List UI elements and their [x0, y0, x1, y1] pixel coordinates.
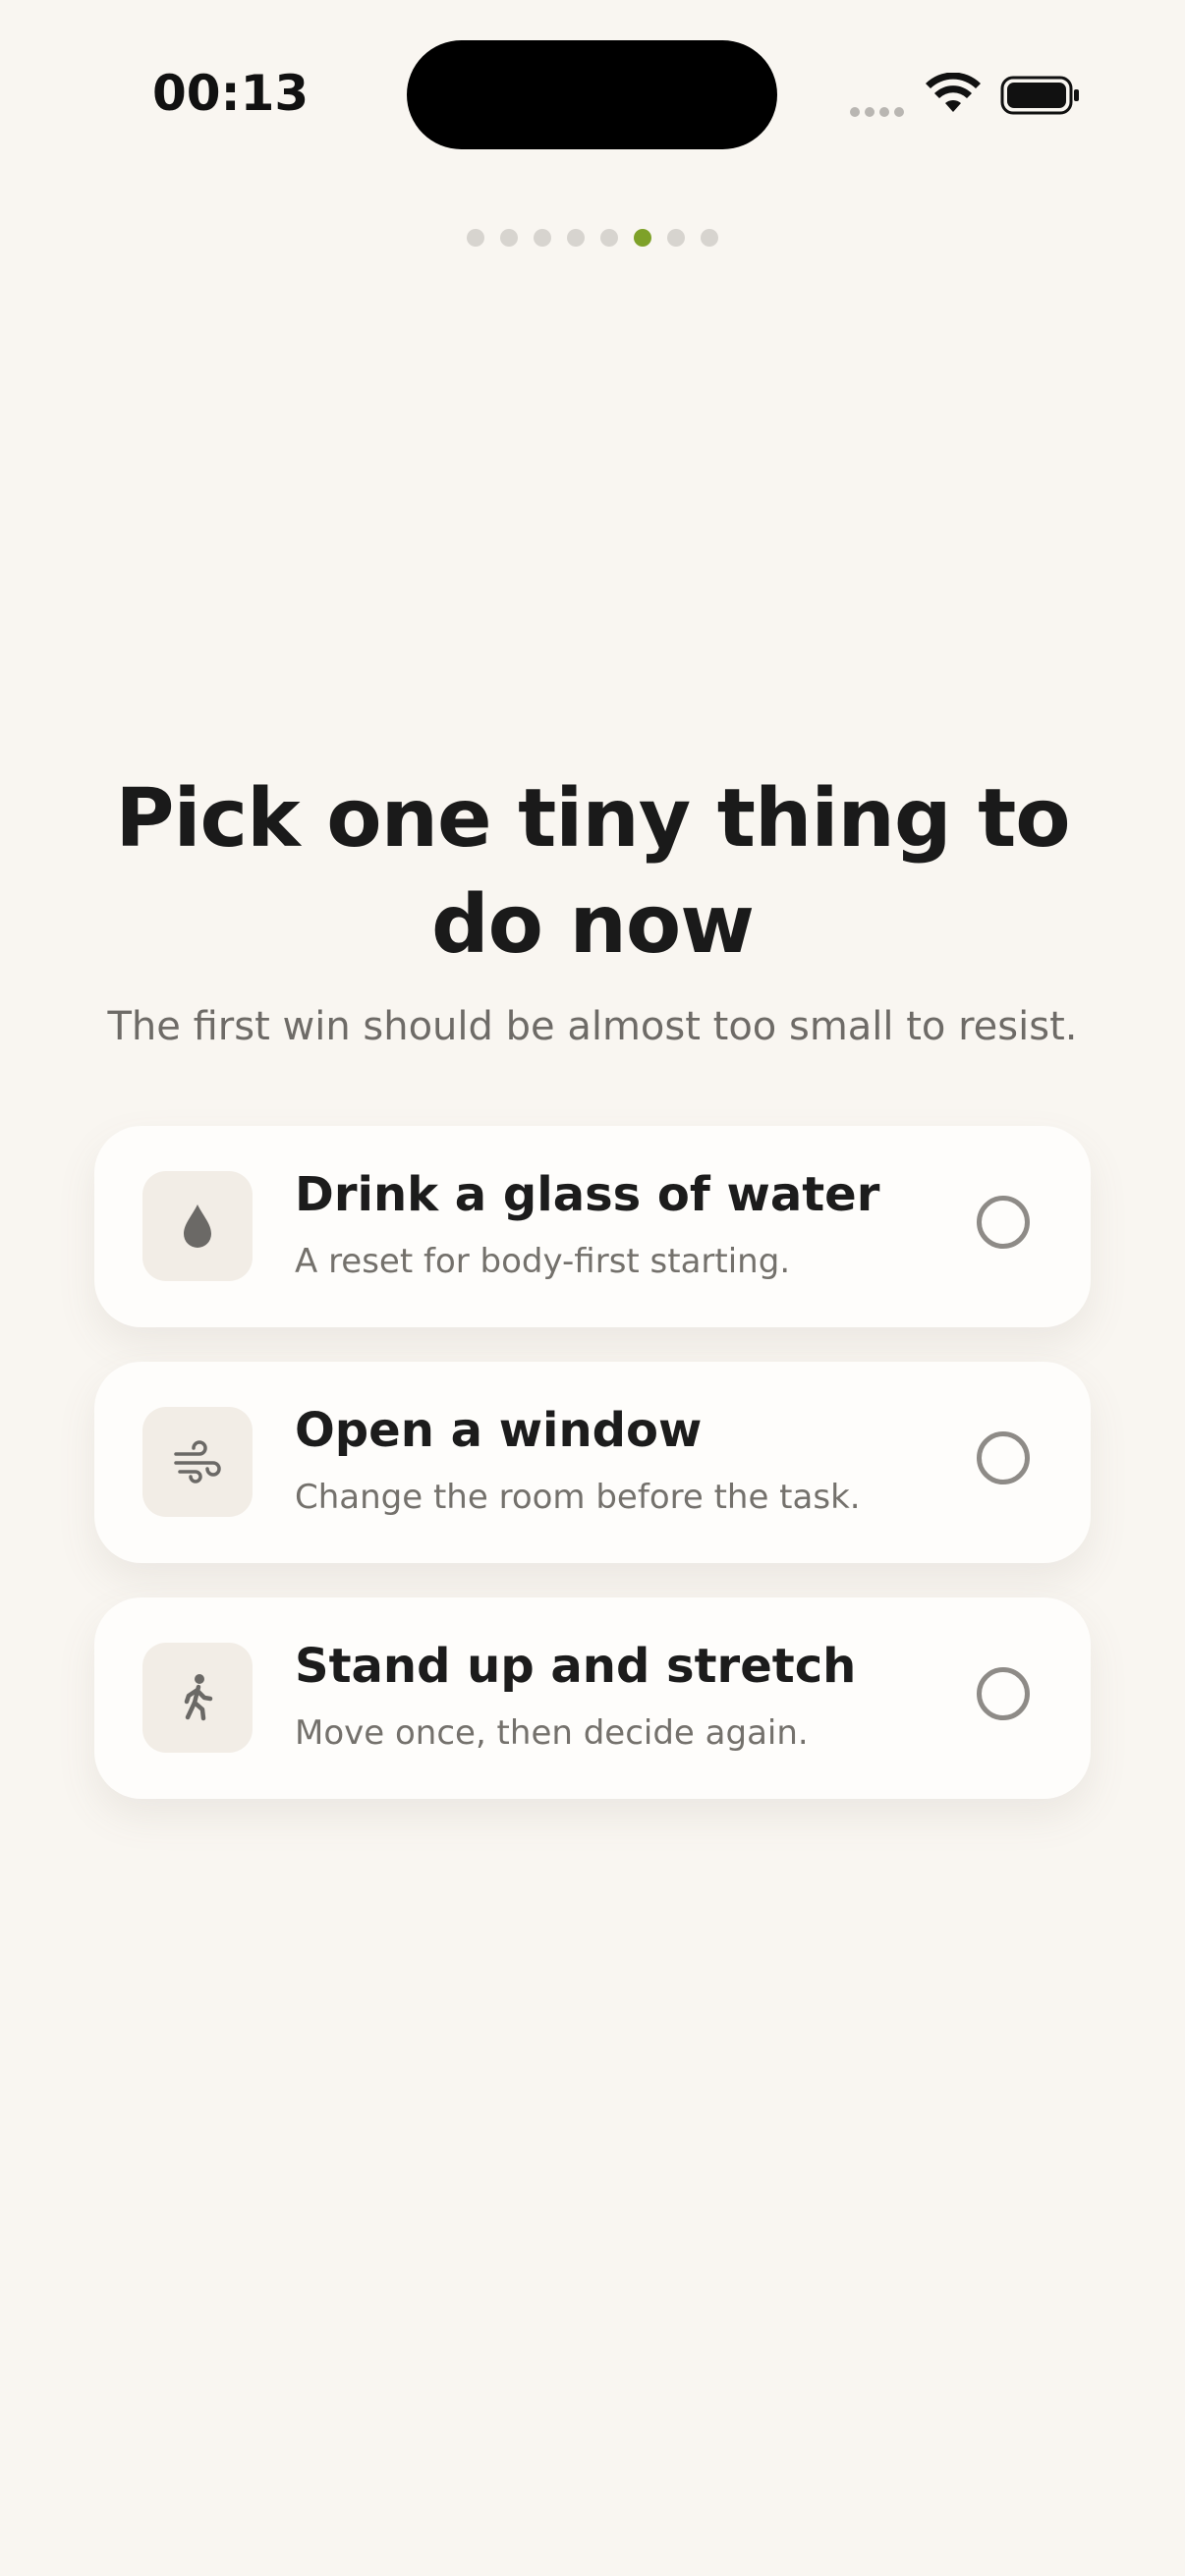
progress-dot — [701, 229, 718, 247]
status-time: 00:13 — [152, 65, 310, 122]
option-radio[interactable] — [977, 1667, 1030, 1720]
option-icon-tile — [142, 1171, 253, 1281]
option-card-drink-water[interactable]: Drink a glass of water A reset for body-… — [94, 1126, 1091, 1327]
page-title-line-2: do now — [430, 878, 755, 972]
option-icon-tile — [142, 1643, 253, 1753]
option-title: Stand up and stretch — [295, 1639, 857, 1694]
progress-dots — [0, 229, 1185, 247]
cellular-signal-icon — [850, 102, 909, 117]
progress-dot-active — [634, 229, 651, 247]
progress-dot — [500, 229, 518, 247]
option-title: Open a window — [295, 1403, 703, 1458]
dynamic-island — [407, 40, 777, 149]
option-radio[interactable] — [977, 1431, 1030, 1484]
option-card-stand-stretch[interactable]: Stand up and stretch Move once, then dec… — [94, 1597, 1091, 1799]
option-subtitle: A reset for body-first starting. — [295, 1242, 791, 1281]
page-title: Pick one tiny thing to do now — [98, 766, 1087, 979]
progress-dot — [534, 229, 551, 247]
option-subtitle: Change the room before the task. — [295, 1478, 861, 1517]
option-radio[interactable] — [977, 1196, 1030, 1249]
walking-person-icon — [184, 1674, 213, 1721]
wind-icon — [174, 1440, 221, 1484]
progress-dot — [567, 229, 585, 247]
battery-icon — [1000, 76, 1079, 115]
page-title-line-1: Pick one tiny thing to — [115, 772, 1070, 866]
page-subtitle: The first win should be almost too small… — [107, 1004, 1078, 1049]
progress-dot — [467, 229, 484, 247]
progress-dot — [667, 229, 685, 247]
water-drop-icon — [184, 1204, 211, 1248]
option-subtitle: Move once, then decide again. — [295, 1713, 809, 1753]
option-icon-tile — [142, 1407, 253, 1517]
wifi-icon — [926, 73, 981, 112]
status-bar: 00:13 — [0, 0, 1185, 177]
option-title: Drink a glass of water — [295, 1167, 880, 1222]
option-card-open-window[interactable]: Open a window Change the room before the… — [94, 1362, 1091, 1563]
progress-dot — [600, 229, 618, 247]
